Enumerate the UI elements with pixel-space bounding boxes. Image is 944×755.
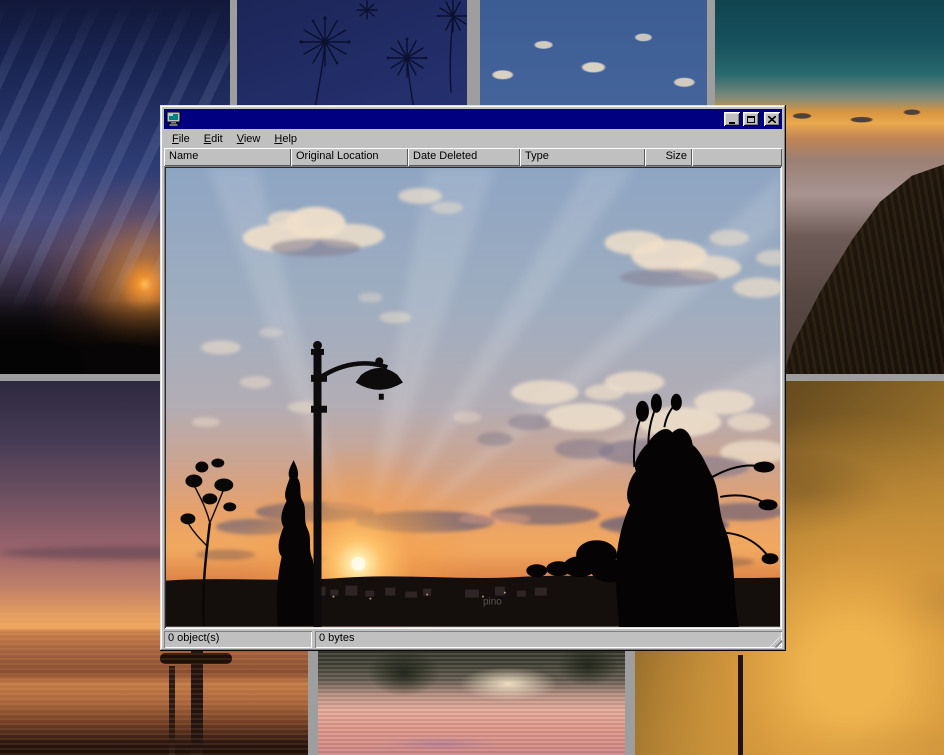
status-object-count: 0 object(s) bbox=[164, 631, 312, 648]
recycle-bin-window: File Edit View Help Name Original Locati… bbox=[160, 105, 786, 651]
close-button[interactable] bbox=[764, 112, 780, 126]
lamp-pole-silhouette bbox=[738, 655, 743, 755]
water-pole bbox=[169, 666, 175, 755]
menu-help[interactable]: Help bbox=[267, 131, 304, 147]
list-view-area[interactable]: pino bbox=[164, 166, 782, 629]
column-header-type[interactable]: Type bbox=[520, 148, 645, 166]
photo-watermark: pino bbox=[483, 597, 502, 608]
maximize-button[interactable] bbox=[743, 112, 759, 126]
column-header-name[interactable]: Name bbox=[164, 148, 291, 166]
close-icon bbox=[768, 116, 776, 123]
menu-file[interactable]: File bbox=[165, 131, 197, 147]
status-byte-count: 0 bytes bbox=[315, 631, 782, 648]
menu-view[interactable]: View bbox=[230, 131, 268, 147]
column-header-date-deleted[interactable]: Date Deleted bbox=[408, 148, 520, 166]
column-header-size[interactable]: Size bbox=[645, 148, 692, 166]
minimize-button[interactable] bbox=[724, 112, 740, 126]
minimize-icon bbox=[729, 122, 735, 124]
column-header-row: Name Original Location Date Deleted Type… bbox=[164, 148, 782, 166]
computer-icon[interactable] bbox=[166, 112, 181, 126]
sunset-lamp-photo: pino bbox=[166, 168, 780, 627]
floating-log bbox=[160, 653, 232, 664]
status-bar: 0 object(s) 0 bytes bbox=[164, 631, 782, 648]
maximize-icon bbox=[747, 116, 755, 123]
column-header-filler[interactable] bbox=[692, 148, 782, 166]
desktop: File Edit View Help Name Original Locati… bbox=[0, 0, 944, 755]
menu-edit[interactable]: Edit bbox=[197, 131, 230, 147]
title-bar[interactable] bbox=[164, 109, 782, 129]
column-header-original-location[interactable]: Original Location bbox=[291, 148, 408, 166]
sun bbox=[351, 557, 365, 571]
menu-bar: File Edit View Help bbox=[164, 129, 782, 148]
